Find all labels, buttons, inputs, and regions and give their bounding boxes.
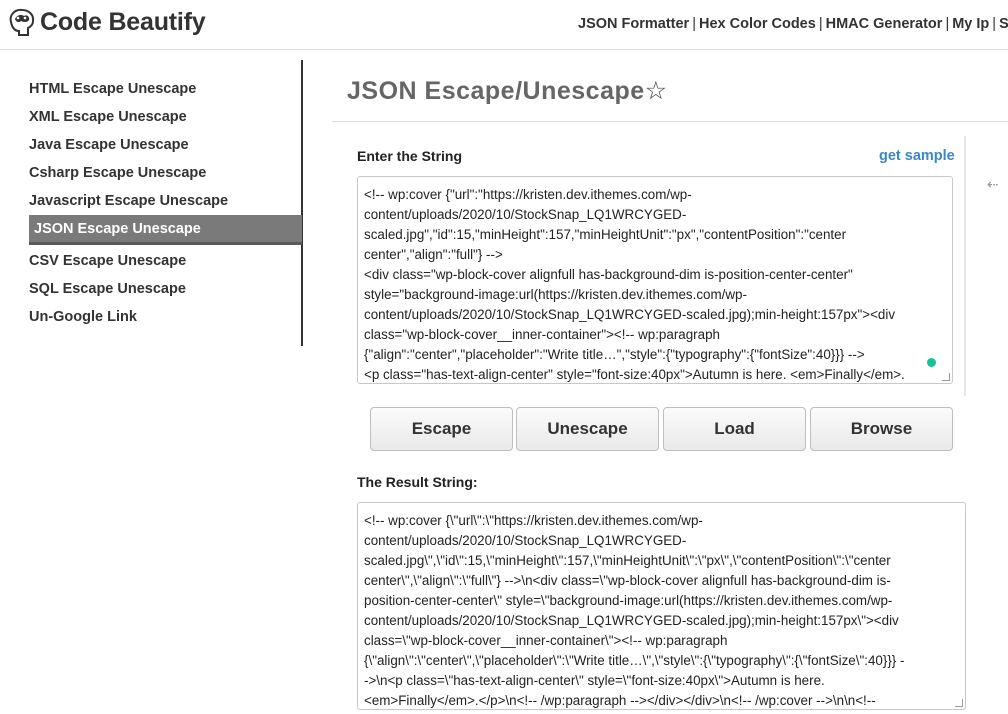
result-text-line: center\",\"align\":\"full\"} -->\n<div c… [364, 573, 891, 588]
grammarly-status-icon[interactable] [927, 358, 936, 367]
nav-separator: | [692, 16, 696, 32]
sidebar-item-javascript-escape[interactable]: Javascript Escape Unescape [29, 193, 228, 209]
result-text-line: <!-- wp:cover {\"url\":\"https://kristen… [364, 513, 703, 528]
panel-scroll-track[interactable] [964, 136, 966, 396]
brain-logo-icon [6, 6, 38, 38]
load-button[interactable]: Load [663, 407, 806, 451]
escape-button[interactable]: Escape [370, 407, 513, 451]
input-textarea[interactable]: <!-- wp:cover {"url":"https://kristen.de… [357, 176, 953, 384]
input-text-line: scaled.jpg","id":15,"minHeight":157,"min… [364, 227, 847, 242]
input-text-line: {"align":"center","placeholder":"Write t… [364, 347, 865, 362]
title-divider [332, 121, 1008, 122]
input-text-line: style="background-image:url(https://kris… [364, 287, 747, 302]
result-text-line: {\"align\":\"center\",\"placeholder\":\"… [364, 653, 905, 668]
unescape-button[interactable]: Unescape [516, 407, 659, 451]
resize-handle-icon[interactable] [955, 699, 963, 707]
input-text-line: <div class="wp-block-cover alignfull has… [364, 267, 853, 282]
input-text-line: class="wp-block-cover__inner-container">… [364, 327, 720, 342]
result-label: The Result String: [357, 474, 478, 490]
sidebar-item-html-escape[interactable]: HTML Escape Unescape [29, 81, 196, 97]
collapse-arrow-icon[interactable]: ⇠ [987, 176, 999, 193]
top-nav: JSON Formatter | Hex Color Codes | HMAC Gene… [578, 16, 1008, 32]
result-text-line: scaled.jpg\",\"id\":15,\"minHeight\":157… [364, 553, 891, 568]
nav-more[interactable]: S [999, 16, 1008, 32]
nav-hmac-generator[interactable]: HMAC Generator [826, 16, 943, 32]
input-text-line: <!-- wp:cover {"url":"https://kristen.de… [364, 187, 692, 202]
nav-my-ip[interactable]: My Ip [952, 16, 989, 32]
sidebar-item-un-google-link[interactable]: Un-Google Link [29, 309, 137, 325]
result-text-line: content/uploads/2020/10/StockSnap_LQ1WRC… [364, 533, 687, 548]
input-text-line: content/uploads/2020/10/StockSnap_LQ1WRC… [364, 307, 896, 322]
site-logo[interactable]: Code Beautify [6, 6, 206, 38]
result-textarea[interactable]: <!-- wp:cover {\"url\":\"https://kristen… [357, 502, 966, 710]
page-title-text: JSON Escape/Unescape [347, 77, 645, 105]
nav-separator: | [945, 16, 950, 32]
sidebar: HTML Escape Unescape XML Escape Unescape… [0, 60, 303, 346]
nav-separator: | [818, 16, 823, 32]
site-header: Code Beautify JSON Formatter | Hex Color C… [0, 0, 1008, 50]
sidebar-item-xml-escape[interactable]: XML Escape Unescape [29, 109, 187, 125]
result-text-line: class=\"wp-block-cover__inner-container\… [364, 633, 728, 648]
result-text-line: ->\n<p class=\"has-text-align-center\" s… [364, 673, 825, 688]
input-text-line: <p class="has-text-align-center" style="… [364, 367, 905, 382]
result-text-line: position-center-center\" style=\"backgro… [364, 593, 893, 608]
page-title: JSON Escape/Unescape☆ [347, 76, 668, 106]
result-text-line: <em>Finally</em>.</p>\n<!-- /wp:paragrap… [364, 693, 876, 708]
sidebar-item-csharp-escape[interactable]: Csharp Escape Unescape [29, 165, 206, 181]
result-text-line: content/uploads/2020/10/StockSnap_LQ1WRC… [364, 613, 899, 628]
nav-hex-color-codes[interactable]: Hex Color Codes [699, 16, 816, 32]
input-text-line: content/uploads/2020/10/StockSnap_LQ1WRC… [364, 207, 687, 222]
input-label: Enter the String [357, 148, 463, 164]
nav-separator: | [992, 16, 997, 32]
browse-button[interactable]: Browse [810, 407, 953, 451]
sidebar-item-csv-escape[interactable]: CSV Escape Unescape [29, 253, 186, 269]
sidebar-item-json-escape[interactable]: JSON Escape Unescape [29, 215, 302, 245]
sidebar-item-java-escape[interactable]: Java Escape Unescape [29, 137, 189, 153]
logo-text: Code Beautify [40, 7, 206, 36]
input-text-line: center","align":"full"} --> [364, 247, 503, 262]
sidebar-item-sql-escape[interactable]: SQL Escape Unescape [29, 281, 186, 297]
star-icon[interactable]: ☆ [645, 77, 668, 105]
resize-handle-icon[interactable] [942, 373, 950, 381]
nav-json-formatter[interactable]: JSON Formatter [578, 16, 689, 32]
get-sample-link[interactable]: get sample [879, 148, 955, 164]
